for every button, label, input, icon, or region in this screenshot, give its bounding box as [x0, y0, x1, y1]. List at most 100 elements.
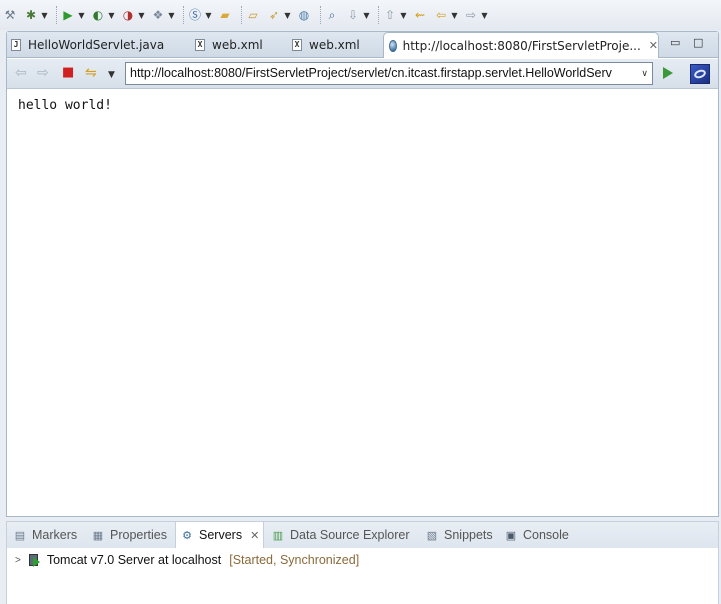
tab-web-xml-2[interactable]: X web.xml: [292, 33, 380, 57]
tab-label: Data Source Explorer: [290, 528, 410, 542]
chevron-down-icon[interactable]: ▼: [108, 68, 115, 82]
server-status: [Started, Synchronized]: [229, 553, 360, 567]
url-text: http://localhost:8080/FirstServletProjec…: [130, 66, 612, 80]
tab-web-xml[interactable]: X web.xml: [195, 33, 283, 57]
markers-icon: ▤: [14, 529, 26, 542]
chevron-down-icon[interactable]: ▼: [480, 11, 489, 20]
close-icon[interactable]: ✕: [649, 39, 658, 52]
editor-area: J HelloWorldServlet.java X web.xml X web…: [6, 31, 719, 517]
open-folder-icon: ▰: [220, 8, 230, 22]
tab-label: Snippets: [444, 528, 493, 542]
tab-markers[interactable]: ▤ Markers: [13, 522, 77, 548]
chevron-down-icon[interactable]: ▼: [450, 11, 459, 20]
chevron-down-icon[interactable]: ▼: [77, 11, 86, 20]
url-input[interactable]: http://localhost:8080/FirstServletProjec…: [125, 62, 653, 85]
chevron-down-icon[interactable]: ▼: [137, 11, 146, 20]
tab-console[interactable]: ▣ Console: [504, 522, 569, 548]
wrench-button[interactable]: ⚒: [2, 4, 18, 26]
back-icon: ⇦: [435, 8, 447, 22]
tab-data-source-explorer[interactable]: ▥ Data Source Explorer: [271, 522, 410, 548]
run-icon: ▶: [63, 8, 73, 22]
chevron-down-icon[interactable]: ▼: [167, 11, 176, 20]
external-tools-icon: ◑: [122, 8, 134, 22]
forward-icon: ⇨: [465, 8, 477, 22]
xml-file-icon: X: [195, 39, 205, 51]
chevron-down-icon[interactable]: ▼: [283, 11, 292, 20]
new-class-icon: Ⓢ: [188, 8, 201, 22]
server-name: Tomcat v7.0 Server at localhost: [46, 553, 222, 567]
new-class-button[interactable]: Ⓢ ▼: [187, 4, 216, 26]
java-file-icon: J: [11, 39, 21, 51]
globe-button[interactable]: ◍: [296, 4, 312, 26]
forward-arrow-icon[interactable]: ⇨: [37, 66, 49, 80]
maximize-icon[interactable]: □: [693, 36, 703, 49]
prev-annotation-button[interactable]: ⇧ ▼: [382, 4, 411, 26]
tab-browser-localhost[interactable]: http://localhost:8080/FirstServletProje.…: [383, 32, 659, 58]
properties-icon: ▦: [92, 529, 104, 542]
forward-button[interactable]: ⇨ ▼: [463, 4, 492, 26]
tab-label: http://localhost:8080/FirstServletProje.…: [402, 38, 641, 53]
editor-tab-bar: J HelloWorldServlet.java X web.xml X web…: [7, 32, 718, 58]
servers-icon: ⚙: [182, 529, 192, 542]
url-dropdown-icon[interactable]: ∨: [641, 63, 648, 84]
globe-icon: [389, 39, 397, 52]
server-list-item[interactable]: > Tomcat v7.0 Server at localhost [Start…: [15, 551, 359, 569]
back-arrow-icon[interactable]: ⇦: [15, 66, 27, 80]
tab-snippets[interactable]: ▧ Snippets: [425, 522, 493, 548]
snippets-icon: ▧: [426, 529, 438, 542]
external-tools-button[interactable]: ◑ ▼: [120, 4, 149, 26]
open-project-icon: ▱: [248, 8, 258, 22]
chevron-right-icon[interactable]: >: [15, 555, 21, 566]
go-icon[interactable]: [663, 67, 673, 79]
close-icon[interactable]: ✕: [250, 529, 259, 542]
refresh-icon[interactable]: ⇋: [85, 66, 97, 80]
debug-icon: ✱: [25, 8, 37, 22]
search-button[interactable]: ⌕: [324, 4, 340, 26]
panel-tab-bar: ▤ Markers ▦ Properties ⚙ Servers ✕ ▥ Dat…: [7, 522, 718, 548]
run-button[interactable]: ▶ ▼: [60, 4, 89, 26]
tab-servers[interactable]: ⚙ Servers ✕: [175, 522, 265, 548]
chevron-down-icon[interactable]: ▼: [204, 11, 213, 20]
database-icon: ▥: [272, 529, 284, 542]
browser-toolbar: ⇦ ⇨ ■ ⇋ ▼ http://localhost:8080/FirstSer…: [7, 59, 718, 89]
prev-annotation-icon: ⇧: [384, 8, 396, 22]
next-annotation-icon: ⇩: [347, 8, 359, 22]
wrench-icon: ⚒: [4, 8, 16, 22]
last-edit-button[interactable]: ⇜: [412, 4, 428, 26]
tab-label: Servers: [199, 528, 243, 542]
chevron-down-icon[interactable]: ▼: [362, 11, 371, 20]
next-annotation-button[interactable]: ⇩ ▼: [345, 4, 374, 26]
toolbar-separator: [320, 6, 321, 24]
toolbar-separator: [183, 6, 184, 24]
tab-label: Console: [523, 528, 569, 542]
page-body-text: hello world!: [18, 98, 112, 113]
tab-helloworldservlet-java[interactable]: J HelloWorldServlet.java: [11, 33, 181, 57]
debug-button[interactable]: ✱ ▼: [23, 4, 52, 26]
browser-logo-icon[interactable]: [690, 64, 710, 84]
minimize-icon[interactable]: ▭: [670, 36, 680, 49]
back-button[interactable]: ⇦ ▼: [433, 4, 462, 26]
last-edit-icon: ⇜: [414, 8, 426, 22]
chevron-down-icon[interactable]: ▼: [107, 11, 116, 20]
toolbar-separator: [56, 6, 57, 24]
chevron-down-icon[interactable]: ▼: [40, 11, 49, 20]
tab-label: Markers: [32, 528, 78, 542]
main-toolbar: ⚒ ✱ ▼ ▶ ▼ ◐ ▼ ◑ ▼ ❖ ▼ Ⓢ ▼ ▰ ▱ ➶ ▼ ◍ ⌕ ⇩ ▼ ⇧ ▼ ⇜ ⇦ ▼ ⇨ ▼: [0, 0, 721, 30]
open-project-button[interactable]: ▱: [245, 4, 261, 26]
toolbar-separator: [378, 6, 379, 24]
toolbar-separator: [241, 6, 242, 24]
globe-icon: ◍: [298, 8, 310, 22]
open-folder-button[interactable]: ▰: [217, 4, 233, 26]
tab-label: web.xml: [212, 38, 263, 52]
open-task-icon: ➶: [268, 8, 280, 22]
tab-label: Properties: [110, 528, 167, 542]
chevron-down-icon[interactable]: ▼: [399, 11, 408, 20]
stop-icon[interactable]: ■: [62, 66, 74, 80]
servers-panel: ▤ Markers ▦ Properties ⚙ Servers ✕ ▥ Dat…: [6, 521, 719, 604]
new-server-icon: ❖: [152, 8, 164, 22]
open-task-button[interactable]: ➶ ▼: [266, 4, 295, 26]
run-config-button[interactable]: ◐ ▼: [90, 4, 119, 26]
server-started-icon: [28, 553, 41, 567]
tab-properties[interactable]: ▦ Properties: [91, 522, 167, 548]
new-server-button[interactable]: ❖ ▼: [150, 4, 179, 26]
